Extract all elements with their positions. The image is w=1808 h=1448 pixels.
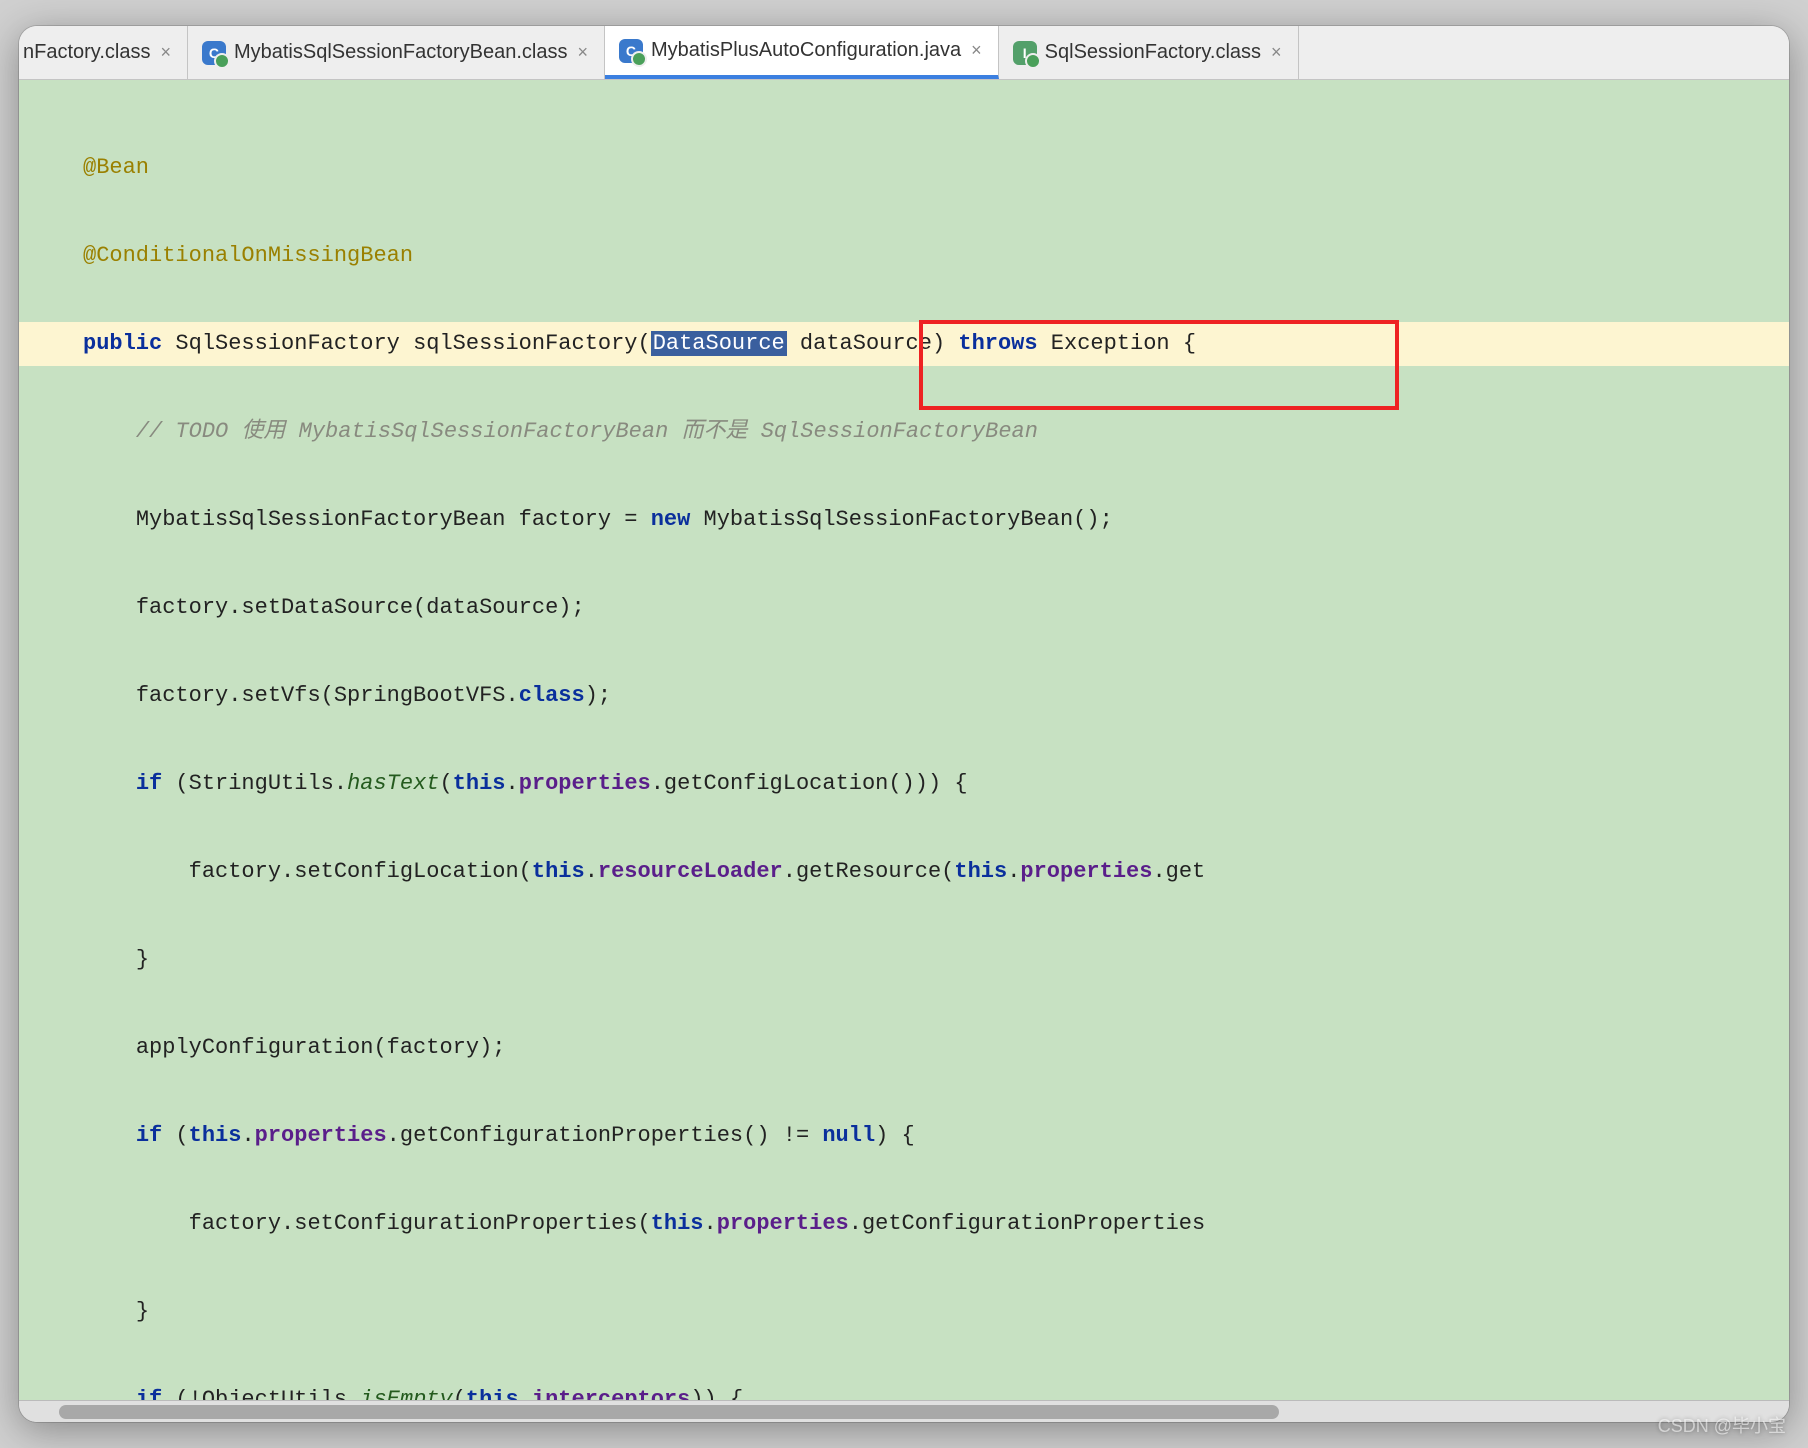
tab-label: SqlSessionFactory.class — [1045, 41, 1261, 64]
scrollbar-thumb[interactable] — [59, 1405, 1279, 1419]
horizontal-scrollbar[interactable] — [19, 1400, 1789, 1422]
method-signature-line: public SqlSessionFactory sqlSessionFacto… — [19, 322, 1789, 366]
selection-datasource: DataSource — [651, 331, 787, 356]
tab-label: nFactory.class — [23, 41, 150, 64]
todo-comment: // TODO 使用 MybatisSqlSessionFactoryBean … — [136, 419, 1038, 444]
close-icon[interactable]: × — [969, 40, 984, 61]
class-file-icon: C — [619, 39, 643, 63]
interface-file-icon: I — [1013, 41, 1037, 65]
tab-label: MybatisSqlSessionFactoryBean.class — [234, 41, 567, 64]
tab-mybatisplus-autoconfig[interactable]: C MybatisPlusAutoConfiguration.java × — [605, 26, 999, 79]
ide-window: nFactory.class × C MybatisSqlSessionFact… — [19, 26, 1789, 1422]
editor-tabbar: nFactory.class × C MybatisSqlSessionFact… — [19, 26, 1789, 80]
annotation-bean: @Bean — [83, 155, 149, 180]
watermark: CSDN @毕小宝 — [1658, 1412, 1786, 1438]
tab-label: MybatisPlusAutoConfiguration.java — [651, 39, 961, 62]
close-icon[interactable]: × — [575, 42, 590, 63]
tab-nfactory[interactable]: nFactory.class × — [19, 26, 188, 79]
tab-mybatis-sqlsessionfactorybean[interactable]: C MybatisSqlSessionFactoryBean.class × — [188, 26, 605, 79]
code-editor[interactable]: @Bean @ConditionalOnMissingBean public S… — [19, 80, 1789, 1400]
code-statement: factory.setDataSource(dataSource); — [136, 595, 585, 620]
code-statement: applyConfiguration(factory); — [136, 1035, 506, 1060]
class-file-icon: C — [202, 41, 226, 65]
tab-sqlsessionfactory[interactable]: I SqlSessionFactory.class × — [999, 26, 1299, 79]
annotation-conditional: @ConditionalOnMissingBean — [83, 243, 413, 268]
close-icon[interactable]: × — [158, 42, 173, 63]
close-icon[interactable]: × — [1269, 42, 1284, 63]
